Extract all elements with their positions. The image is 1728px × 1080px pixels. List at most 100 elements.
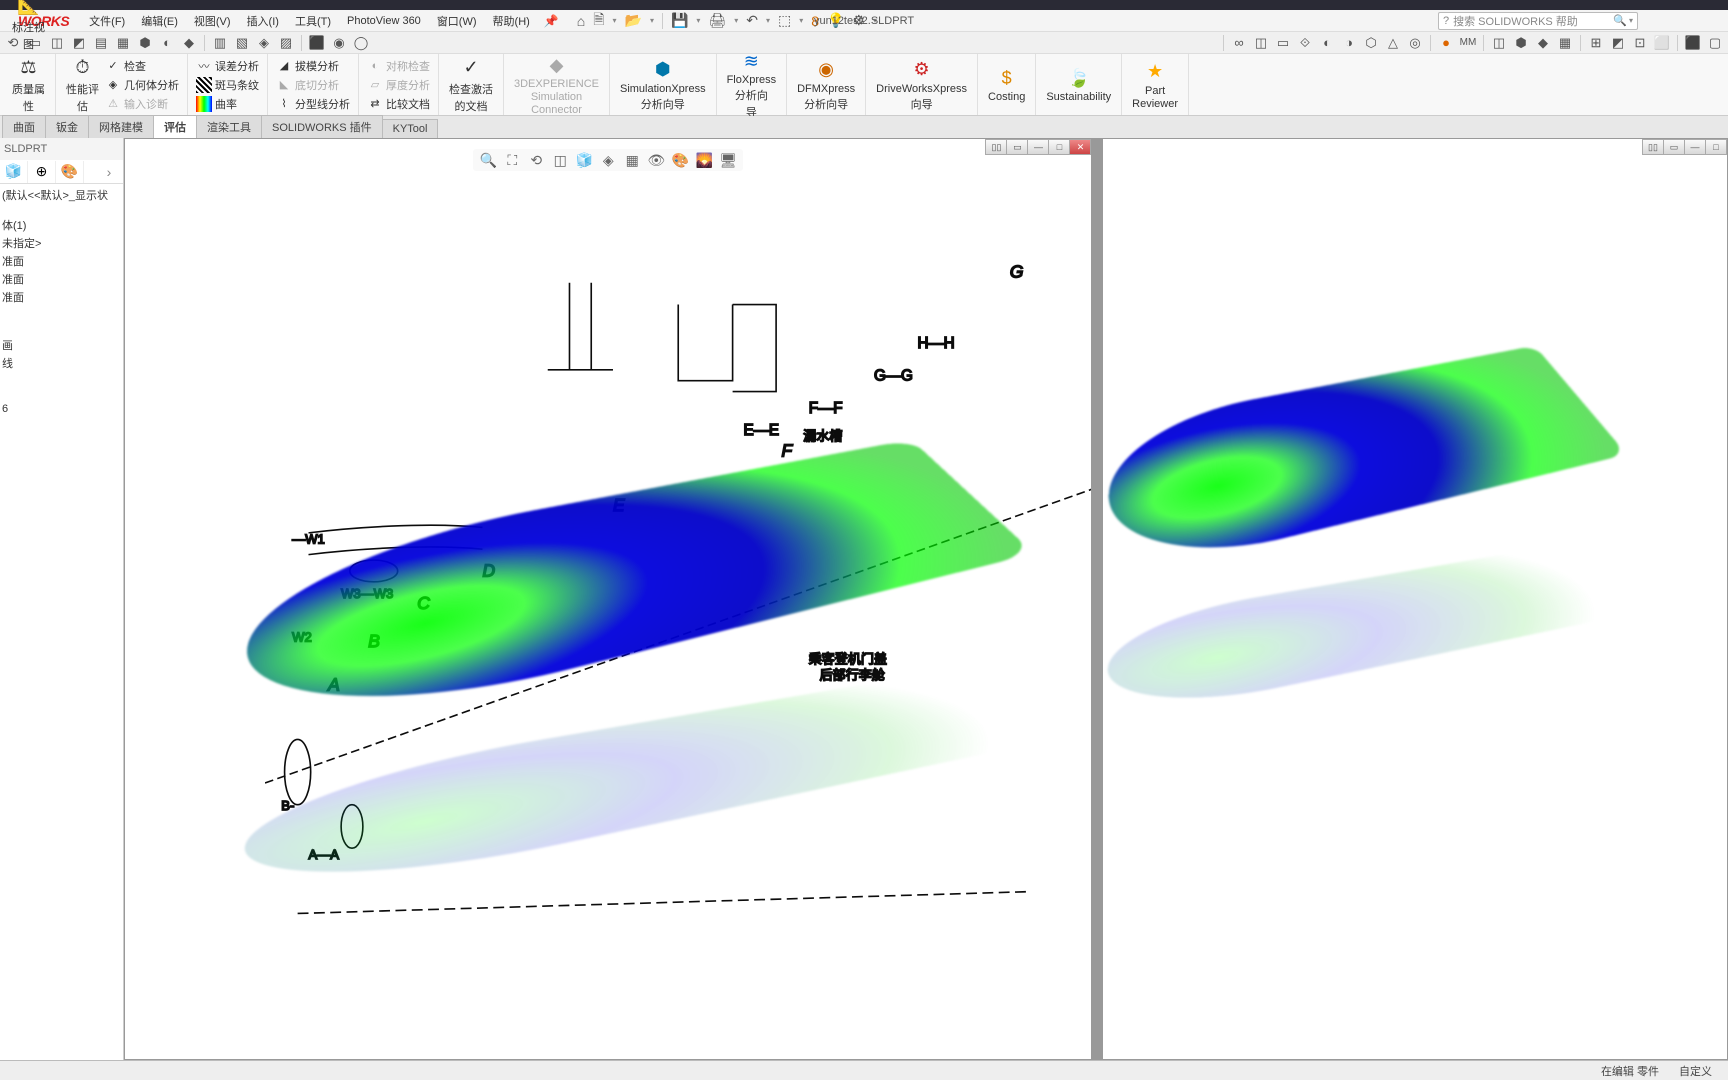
tree-item[interactable]: 准面 [0,270,123,288]
tab-surface[interactable]: 曲面 [2,115,46,138]
tb-icon[interactable]: ▨ [277,34,295,52]
tb-icon[interactable]: ◫ [48,34,66,52]
qat-new-icon[interactable]: 🗎 [593,9,604,33]
tb-icon[interactable]: ◐ [1318,34,1336,52]
floxpress-button[interactable]: ≋FloXpress分析向导 [723,47,781,122]
symmetry-button[interactable]: ◐对称检查 [365,57,432,75]
diag-button[interactable]: ⚠输入诊断 [103,95,181,113]
tb-icon[interactable]: ▤ [92,34,110,52]
driveworks-button[interactable]: ⚙DriveWorksXpress向导 [872,56,971,114]
costing-button[interactable]: $Costing [984,64,1029,105]
qat-print-icon[interactable]: 🖨 [708,12,726,29]
tb-icon[interactable]: ◩ [1609,34,1627,52]
tb-icon[interactable]: ▧ [233,34,251,52]
error-analysis-button[interactable]: 〰误差分析 [194,57,261,75]
status-custom[interactable]: 自定义 [1669,1063,1722,1079]
tab-render[interactable]: 渲染工具 [196,115,262,138]
menu-help[interactable]: 帮助(H) [487,11,536,31]
viewport-1[interactable]: ▯▯ ▭ — □ ✕ 🔍 ⛶ ⟲ ◫ 🧊 ◈ ▦ 👁 🎨 🌄 [124,138,1092,1060]
help-search-input[interactable]: ? 搜索 SOLIDWORKS 帮助 🔍 ▾ [1438,12,1638,30]
menu-photoview[interactable]: PhotoView 360 [341,13,427,29]
tb-icon[interactable]: ⬛ [308,34,326,52]
simxpress-button[interactable]: ⬢SimulationXpress分析向导 [616,56,710,114]
tb-icon[interactable]: ◯ [352,34,370,52]
perf-button[interactable]: ⏱性能评估 [62,54,103,116]
dfmxpress-button[interactable]: ◉DFMXpress分析向导 [793,56,859,114]
tree-root[interactable]: (默认<<默认>_显示状 [0,186,123,204]
menu-view[interactable]: 视图(V) [188,11,237,31]
tab-mesh[interactable]: 网格建模 [88,115,154,138]
tb-icon[interactable]: ⬢ [1512,34,1530,52]
tb-icon[interactable]: ▢ [1706,34,1724,52]
tree-tab-config-icon[interactable]: ⊕ [28,161,56,183]
tb-icon[interactable]: ● [1437,34,1455,52]
tree-item[interactable]: 画 [0,336,123,354]
qat-open-icon[interactable]: 📂 [625,12,642,29]
tb-icon[interactable]: ⬡ [1362,34,1380,52]
mass-button[interactable]: ⚖质量属性 [8,54,49,116]
doc-tab[interactable]: SLDPRT [0,138,123,160]
menu-tools[interactable]: 工具(T) [289,11,337,31]
check-button[interactable]: ✓检查 [103,57,181,75]
tree-item[interactable]: 6 [0,402,123,416]
tb-icon[interactable]: ◆ [1534,34,1552,52]
tb-icon[interactable]: ◐ [158,34,176,52]
tree-item[interactable]: 未指定> [0,234,123,252]
tb-icon[interactable]: ◫ [1490,34,1508,52]
tb-icon[interactable]: ◑ [1340,34,1358,52]
3dx-button[interactable]: ◆3DEXPERIENCESimulationConnector [510,51,603,118]
tb-icon[interactable]: ◩ [70,34,88,52]
compare-button[interactable]: ⇄比较文档 [365,95,432,113]
tree-item[interactable]: 线 [0,354,123,372]
tb-icon[interactable]: △ [1384,34,1402,52]
tb-icon[interactable]: ⬢ [136,34,154,52]
tree-item[interactable]: 准面 [0,288,123,306]
tab-evaluate[interactable]: 评估 [153,115,197,138]
tb-icon[interactable]: ▦ [114,34,132,52]
undercut-button[interactable]: ◣底切分析 [274,76,352,94]
viewport-2[interactable]: ▯▯ ▭ — □ [1102,138,1728,1060]
tb-icon[interactable]: ∞ [1230,34,1248,52]
qat-select-icon[interactable]: ⬚ [778,12,791,29]
tb-icon[interactable]: MM [1459,34,1477,52]
tree-tab-expand-icon[interactable]: › [95,161,123,183]
qat-undo-icon[interactable]: ↶ [746,12,758,29]
sustainability-button[interactable]: 🍃Sustainability [1042,64,1115,105]
tb-icon[interactable]: ◈ [255,34,273,52]
tree-tab-feature-icon[interactable]: 🧊 [0,161,28,183]
curvature-button[interactable]: 曲率 [194,95,261,113]
tree-item[interactable]: 准面 [0,252,123,270]
menu-edit[interactable]: 编辑(E) [135,11,184,31]
tb-icon[interactable]: ▭ [1274,34,1292,52]
tb-icon[interactable]: ⟐ [1296,34,1314,52]
menu-file[interactable]: 文件(F) [83,11,131,31]
activate-check-button[interactable]: ✓检查激活的文档 [445,54,497,116]
tree-tab-display-icon[interactable]: 🎨 [56,161,84,183]
tab-sheetmetal[interactable]: 钣金 [45,115,89,138]
parting-button[interactable]: ⌇分型线分析 [274,95,352,113]
draft-button[interactable]: ◢拔模分析 [274,57,352,75]
tb-icon[interactable]: ◫ [1252,34,1270,52]
menu-window[interactable]: 窗口(W) [431,11,483,31]
tb-icon[interactable]: ◎ [1406,34,1424,52]
tb-icon[interactable]: ▥ [211,34,229,52]
zebra-button[interactable]: 斑马条纹 [194,76,261,94]
tb-icon[interactable]: ◆ [180,34,198,52]
tree-item[interactable]: 体(1) [0,216,123,234]
annotation-button[interactable]: 📐标注视图 [8,0,49,54]
tab-plugins[interactable]: SOLIDWORKS 插件 [261,115,383,138]
menu-insert[interactable]: 插入(I) [241,11,285,31]
tb-icon[interactable]: ⊞ [1587,34,1605,52]
tab-kytool[interactable]: KYTool [382,119,439,138]
thickness-button[interactable]: ▱厚度分析 [365,76,432,94]
qat-save-icon[interactable]: 💾 [671,12,688,29]
tb-icon[interactable]: ▦ [1556,34,1574,52]
qat-home-icon[interactable]: ⌂ [577,13,585,29]
part-reviewer-button[interactable]: ★PartReviewer [1128,58,1182,112]
tb-icon[interactable]: ⊡ [1631,34,1649,52]
tb-icon[interactable]: ◉ [330,34,348,52]
tb-icon[interactable]: ⬜ [1653,34,1671,52]
pin-icon[interactable]: 📌 [544,14,559,28]
geom-button[interactable]: ◈几何体分析 [103,76,181,94]
tb-icon[interactable]: ⬛ [1684,34,1702,52]
